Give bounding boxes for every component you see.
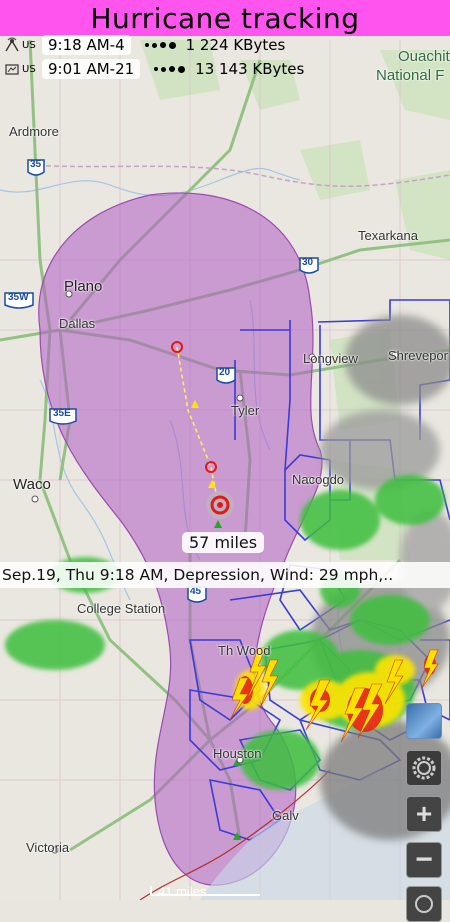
map-canvas[interactable] (0, 0, 450, 900)
signal-icon (4, 61, 20, 77)
city-label-tyler: Tyler (231, 403, 260, 418)
zoom-in-button[interactable]: + (406, 796, 442, 832)
highway-label-i35w: 35W (8, 292, 29, 303)
city-label-woodlands: Th Wood (218, 643, 271, 658)
city-label-dallas: Dallas (59, 316, 96, 331)
status-region: US (22, 63, 36, 75)
status-time: 9:01 AM-21 (42, 59, 141, 79)
city-label-ouachita: Ouachita (398, 48, 450, 65)
status-row-radar: US 9:18 AM-4 1 224 KBytes (4, 34, 285, 56)
gear-icon (412, 756, 436, 780)
progress-dots-icon (144, 41, 176, 49)
settings-button[interactable] (406, 750, 442, 786)
city-label-waco: Waco (13, 476, 51, 493)
city-label-ardmore: Ardmore (9, 124, 59, 139)
layers-button[interactable] (406, 703, 442, 739)
status-region: US (22, 39, 36, 51)
locate-icon (415, 895, 433, 913)
city-label-victoria: Victoria (26, 840, 70, 855)
zoom-out-button[interactable]: − (406, 842, 442, 878)
progress-dots-icon (154, 65, 186, 73)
city-label-shreveport: Shrevepor (388, 348, 448, 363)
scale-label: 41 miles (158, 884, 207, 899)
title-banner: Hurricane tracking (0, 0, 450, 36)
city-label-plano: Plano (64, 278, 103, 295)
city-label-longview: Longview (303, 351, 358, 366)
locate-button[interactable] (406, 886, 442, 922)
signal-icon (4, 37, 20, 53)
city-label-college-station: College Station (77, 601, 166, 616)
highway-label-i35e: 35E (53, 408, 71, 419)
storm-info-bar[interactable]: Sep.19, Thu 9:18 AM, Depression, Wind: 2… (0, 562, 450, 588)
status-size: 1 224 KBytes (185, 36, 286, 54)
scale-bar: 41 miles (150, 884, 260, 900)
distance-label: 57 miles (182, 532, 265, 553)
status-size: 13 143 KBytes (195, 60, 305, 78)
city-label-nacogdoches: Nacogdo (292, 472, 345, 487)
highway-label-i35: 35 (30, 159, 42, 170)
city-label-national-forest: National F (376, 67, 445, 84)
city-label-galveston: Galv (272, 808, 299, 823)
highway-label-i30: 30 (302, 257, 314, 268)
highway-label-i20: 20 (219, 367, 231, 378)
status-row-satellite: US 9:01 AM-21 13 143 KBytes (4, 58, 304, 80)
city-label-houston: Houston (213, 746, 262, 761)
app-title: Hurricane tracking (90, 1, 360, 35)
city-label-texarkana: Texarkana (358, 228, 418, 243)
status-time: 9:18 AM-4 (42, 35, 131, 55)
